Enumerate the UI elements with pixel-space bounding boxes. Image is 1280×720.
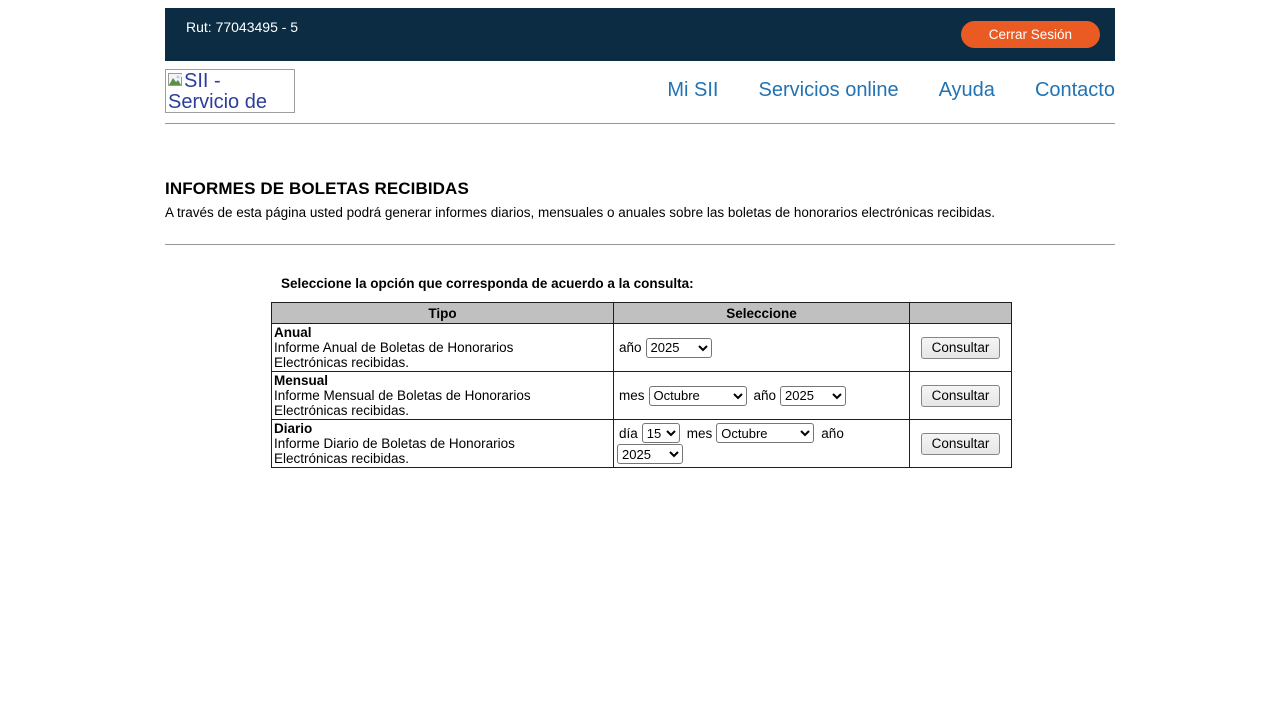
session-bar: Rut: 77043495 - 5 Cerrar Sesión — [165, 8, 1115, 61]
page-description: A través de esta página usted podrá gene… — [165, 205, 1115, 220]
nav-item-mi-sii[interactable]: Mi SII — [667, 79, 718, 102]
site-header: SII - Servicio de Mi SII Servicios onlin… — [165, 68, 1115, 113]
diario-day-select[interactable]: 15 — [642, 423, 680, 443]
form-caption: Seleccione la opción que corresponda de … — [281, 276, 1115, 291]
nav-item-servicios-online[interactable]: Servicios online — [759, 79, 899, 102]
mensual-type-cell: Mensual Informe Mensual de Boletas de Ho… — [272, 372, 614, 420]
main-nav: Mi SII Servicios online Ayuda Contacto — [667, 79, 1115, 102]
table-row-diario: Diario Informe Diario de Boletas de Hono… — [272, 420, 1012, 468]
anual-action-cell: Consultar — [910, 324, 1012, 372]
diario-year-label: año — [821, 426, 844, 441]
mensual-action-cell: Consultar — [910, 372, 1012, 420]
diario-year-select[interactable]: 2025 — [617, 444, 683, 464]
anual-year-select[interactable]: 2025 — [646, 338, 712, 358]
diario-consultar-button[interactable]: Consultar — [921, 433, 1001, 455]
anual-type-label: Anual — [274, 325, 312, 340]
content-divider — [165, 244, 1115, 245]
mensual-description: Informe Mensual de Boletas de Honorarios… — [274, 388, 566, 418]
diario-type-cell: Diario Informe Diario de Boletas de Hono… — [272, 420, 614, 468]
column-header-seleccione: Seleccione — [614, 303, 910, 324]
nav-item-ayuda[interactable]: Ayuda — [939, 79, 995, 102]
anual-year-label: año — [619, 340, 642, 355]
anual-type-cell: Anual Informe Anual de Boletas de Honora… — [272, 324, 614, 372]
logout-button[interactable]: Cerrar Sesión — [961, 21, 1100, 48]
anual-select-cell: año 2025 — [614, 324, 910, 372]
mensual-consultar-button[interactable]: Consultar — [921, 385, 1001, 407]
table-row-mensual: Mensual Informe Mensual de Boletas de Ho… — [272, 372, 1012, 420]
header-divider — [165, 123, 1115, 124]
table-row-anual: Anual Informe Anual de Boletas de Honora… — [272, 324, 1012, 372]
diario-month-label: mes — [687, 426, 713, 441]
mensual-select-cell: mes Octubre año2025 — [614, 372, 910, 420]
diario-day-label: día — [619, 426, 638, 441]
diario-description: Informe Diario de Boletas de Honorarios … — [274, 436, 566, 466]
diario-fields-line1: día 15 mesOctubre año — [617, 423, 907, 443]
anual-description: Informe Anual de Boletas de Honorarios E… — [274, 340, 566, 370]
table-header-row: Tipo Seleccione — [272, 303, 1012, 324]
rut-label: Rut: 77043495 - 5 — [186, 19, 298, 35]
diario-action-cell: Consultar — [910, 420, 1012, 468]
mensual-year-label: año — [754, 388, 777, 403]
broken-image-icon — [168, 71, 183, 85]
mensual-month-select[interactable]: Octubre — [649, 386, 747, 406]
column-header-action — [910, 303, 1012, 324]
column-header-tipo: Tipo — [272, 303, 614, 324]
mensual-month-label: mes — [619, 388, 645, 403]
anual-consultar-button[interactable]: Consultar — [921, 337, 1001, 359]
diario-month-select[interactable]: Octubre — [716, 423, 814, 443]
page-container: Rut: 77043495 - 5 Cerrar Sesión SII - Se… — [165, 8, 1115, 468]
sii-logo-link[interactable]: SII - Servicio de — [165, 69, 295, 113]
diario-type-label: Diario — [274, 421, 312, 436]
nav-item-contacto[interactable]: Contacto — [1035, 79, 1115, 102]
diario-fields-line2: 2025 — [617, 444, 907, 464]
report-options-table: Tipo Seleccione Anual Informe Anual de B… — [271, 302, 1012, 468]
mensual-year-select[interactable]: 2025 — [780, 386, 846, 406]
diario-select-cell: día 15 mesOctubre año 2025 — [614, 420, 910, 468]
mensual-type-label: Mensual — [274, 373, 328, 388]
page-title: INFORMES DE BOLETAS RECIBIDAS — [165, 179, 1115, 199]
